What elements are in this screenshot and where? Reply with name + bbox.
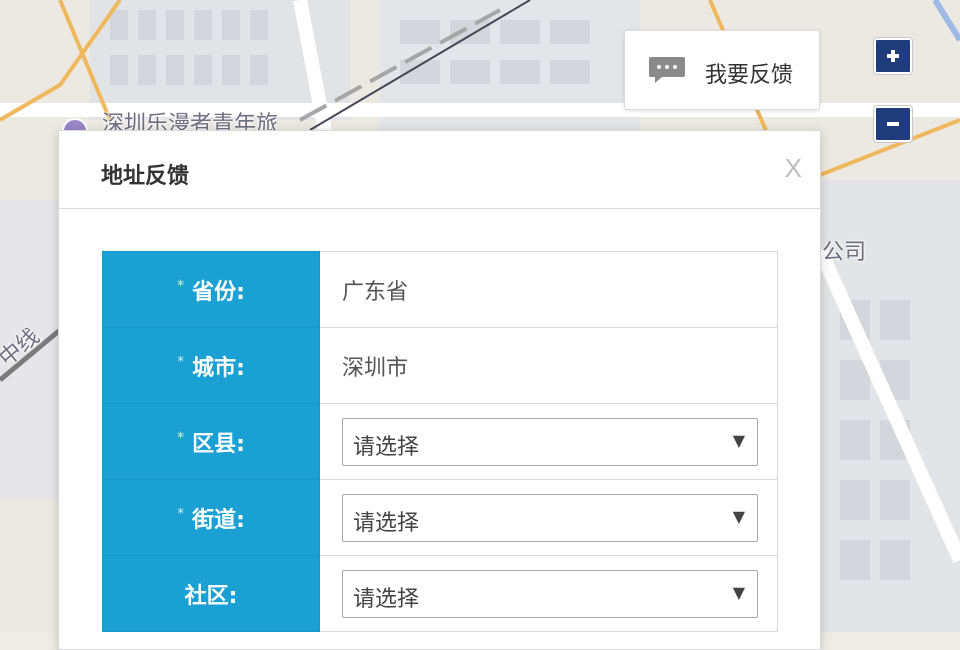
community-select-value: 请选择 bbox=[353, 586, 420, 612]
province-label: 省份: bbox=[192, 279, 245, 305]
caret-down-icon: ▼ bbox=[732, 582, 745, 602]
district-select-value: 请选择 bbox=[353, 434, 420, 460]
district-label: 区县: bbox=[192, 431, 245, 457]
required-mark: * bbox=[177, 430, 185, 447]
chat-bubble-icon bbox=[649, 57, 685, 83]
district-cell: 请选择 ▼ bbox=[319, 403, 778, 480]
dialog-title: 地址反馈 bbox=[101, 164, 190, 189]
feedback-button[interactable]: 我要反馈 bbox=[624, 30, 820, 110]
district-select[interactable]: 请选择 ▼ bbox=[342, 417, 758, 466]
form-row-street: * 街道: 请选择 ▼ bbox=[102, 479, 778, 556]
community-cell: 请选择 ▼ bbox=[319, 555, 778, 632]
city-label: 城市: bbox=[192, 355, 245, 381]
community-label-cell: 社区: bbox=[102, 555, 320, 632]
district-label-cell: * 区县: bbox=[102, 403, 320, 480]
plus-icon bbox=[887, 50, 899, 62]
map-poi-label[interactable]: 公司 bbox=[822, 234, 866, 266]
form-row-province: * 省份: 广东省 bbox=[102, 251, 778, 328]
form-row-district: * 区县: 请选择 ▼ bbox=[102, 403, 778, 480]
street-select[interactable]: 请选择 ▼ bbox=[342, 493, 758, 542]
city-label-cell: * 城市: bbox=[102, 327, 320, 404]
required-mark: * bbox=[177, 354, 185, 371]
form-row-city: * 城市: 深圳市 bbox=[102, 327, 778, 404]
street-select-value: 请选择 bbox=[353, 510, 420, 536]
street-cell: 请选择 ▼ bbox=[319, 479, 778, 556]
city-value: 深圳市 bbox=[319, 327, 778, 404]
address-feedback-dialog: 地址反馈 X * 省份: 广东省 * 城市: 深圳市 * 区县: 请选择 ▼ *… bbox=[58, 130, 821, 650]
close-icon[interactable]: X bbox=[785, 153, 802, 184]
required-mark: * bbox=[177, 278, 185, 295]
street-label: 街道: bbox=[192, 507, 245, 533]
minus-icon bbox=[887, 122, 899, 126]
province-label-cell: * 省份: bbox=[102, 251, 320, 328]
community-label: 社区: bbox=[184, 583, 238, 609]
required-mark: * bbox=[177, 506, 185, 523]
zoom-out-button[interactable] bbox=[874, 106, 912, 142]
caret-down-icon: ▼ bbox=[732, 430, 745, 450]
address-form: * 省份: 广东省 * 城市: 深圳市 * 区县: 请选择 ▼ * 街道: 请选… bbox=[102, 251, 778, 632]
street-label-cell: * 街道: bbox=[102, 479, 320, 556]
province-value: 广东省 bbox=[319, 251, 778, 328]
community-select[interactable]: 请选择 ▼ bbox=[342, 569, 758, 618]
caret-down-icon: ▼ bbox=[732, 506, 745, 526]
feedback-button-label: 我要反馈 bbox=[705, 63, 794, 88]
dialog-header: 地址反馈 X bbox=[59, 131, 820, 209]
form-row-community: 社区: 请选择 ▼ bbox=[102, 555, 778, 632]
zoom-in-button[interactable] bbox=[874, 38, 912, 74]
